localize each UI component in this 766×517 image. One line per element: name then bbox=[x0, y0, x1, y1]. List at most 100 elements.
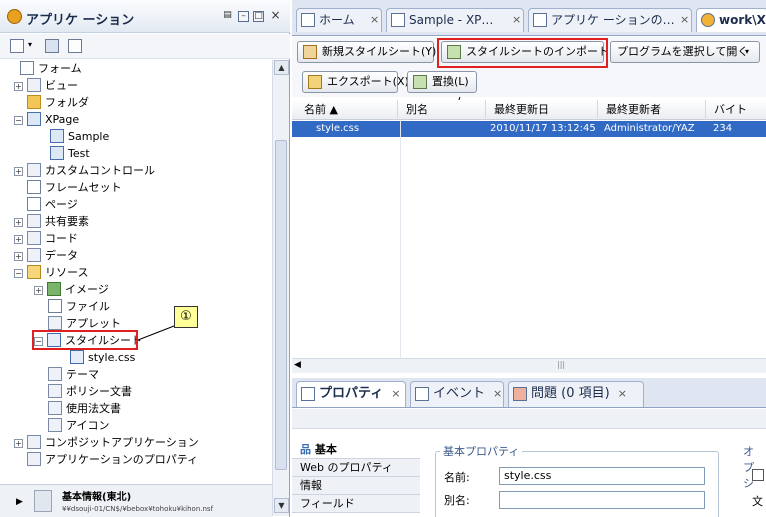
new-stylesheet-button[interactable]: 新規スタイルシート(Y) bbox=[297, 41, 436, 63]
tab-label: プロパティ bbox=[319, 386, 384, 401]
tree-item-data[interactable]: + データ bbox=[14, 247, 78, 264]
tree-item-usage-doc[interactable]: 使用法文書 bbox=[48, 400, 121, 417]
expand-icon[interactable]: + bbox=[14, 252, 23, 261]
new-app-icon[interactable] bbox=[10, 39, 24, 53]
tree-item-xpage[interactable]: − XPage bbox=[14, 111, 79, 128]
expand-arrow-icon[interactable]: ▶ bbox=[16, 497, 23, 507]
tree-item-folder[interactable]: フォルダ bbox=[27, 94, 89, 111]
tree-item-themes[interactable]: テーマ bbox=[48, 366, 99, 383]
tree-item-policy-doc[interactable]: ポリシー文書 bbox=[48, 383, 132, 400]
tree-item-page[interactable]: ページ bbox=[27, 196, 78, 213]
expand-icon[interactable]: + bbox=[14, 82, 23, 91]
tab-problems[interactable]: 問題 (0 項目) × bbox=[508, 381, 644, 407]
tree-item-form[interactable]: フォーム bbox=[20, 60, 82, 77]
tree-item-custom-control[interactable]: + カスタムコントロール bbox=[14, 162, 155, 179]
alias-field[interactable] bbox=[499, 491, 705, 509]
expand-icon[interactable]: + bbox=[14, 235, 23, 244]
tree-item-label: アイコン bbox=[66, 419, 110, 432]
tab-label: アプリケ ーションの… bbox=[551, 13, 675, 27]
tree-item-code[interactable]: + コード bbox=[14, 230, 78, 247]
tab-events[interactable]: イベント × bbox=[410, 381, 504, 407]
expand-icon[interactable]: + bbox=[34, 286, 43, 295]
maximize-icon[interactable]: □ bbox=[253, 11, 264, 22]
tree-item-style-css[interactable]: style.css bbox=[70, 349, 135, 366]
close-tab-icon[interactable]: × bbox=[680, 9, 689, 31]
properties-body: 品 基本 Web のプロパティ 情報 フィールド 基本プロパティ 名前: sty… bbox=[292, 409, 766, 517]
tree-item-label: ページ bbox=[45, 198, 78, 211]
tree-item-label: Sample bbox=[68, 130, 110, 143]
cell-modifier: Administrator/YAZ bbox=[604, 123, 695, 134]
applet-icon bbox=[48, 316, 62, 330]
close-tab-icon[interactable]: × bbox=[512, 9, 521, 31]
scroll-grip-icon[interactable]: ||| bbox=[557, 360, 565, 369]
table-header: 名前 ▲ 別名 最終更新日 最終更新者 バイト bbox=[292, 100, 766, 120]
close-tab-icon[interactable]: × bbox=[370, 9, 379, 31]
section-fields[interactable]: フィールド bbox=[292, 495, 420, 513]
tree-item-shared-elements[interactable]: + 共有要素 bbox=[14, 213, 89, 230]
button-label: エクスポート(X) bbox=[327, 75, 409, 88]
panel-title: アプリケ ーション bbox=[26, 13, 135, 28]
tree-item-label: アプリケーションのプロパティ bbox=[45, 453, 199, 466]
expand-icon[interactable]: + bbox=[14, 218, 23, 227]
tree-item-frameset[interactable]: フレームセット bbox=[27, 179, 122, 196]
expand-icon[interactable]: + bbox=[14, 439, 23, 448]
database-info[interactable]: ▶ 基本情報(東北) ¥¥dsouji-01/CN$/¥bebox¥tohoku… bbox=[0, 484, 272, 517]
close-icon[interactable]: × bbox=[270, 9, 281, 22]
tree-item-files[interactable]: ファイル bbox=[48, 298, 110, 315]
tab-label: 問題 (0 項目) bbox=[531, 386, 610, 401]
tree-item-resources[interactable]: − リソース bbox=[14, 264, 88, 281]
tab-properties[interactable]: プロパティ × bbox=[296, 381, 406, 407]
column-name[interactable]: 名前 ▲ bbox=[298, 100, 398, 120]
name-field[interactable]: style.css bbox=[499, 467, 705, 485]
tree-item-label: style.css bbox=[88, 351, 136, 364]
collapse-icon[interactable]: − bbox=[14, 269, 23, 278]
table-row[interactable]: style.css 2010/11/17 13:12:45 Administra… bbox=[292, 121, 766, 137]
close-tab-icon[interactable]: × bbox=[618, 387, 627, 400]
tab-home[interactable]: ホーム × bbox=[296, 8, 382, 32]
collapse-icon[interactable]: − bbox=[14, 116, 23, 125]
tree-item-test[interactable]: Test bbox=[50, 145, 90, 162]
tree-item-composite-app[interactable]: + コンポジットアプリケーション bbox=[14, 434, 199, 451]
dropdown-icon[interactable]: ▾ bbox=[28, 40, 32, 49]
xpage-icon bbox=[50, 129, 64, 143]
scrollbar-thumb[interactable] bbox=[275, 140, 287, 470]
tree-item-icon[interactable]: アイコン bbox=[48, 417, 109, 434]
scroll-up-icon[interactable]: ▲ bbox=[274, 60, 289, 75]
code-icon bbox=[27, 231, 41, 245]
export-button[interactable]: エクスポート(X) bbox=[302, 71, 409, 93]
column-alias[interactable]: 別名 bbox=[400, 100, 486, 120]
close-tab-icon[interactable]: × bbox=[493, 387, 502, 400]
option-checkbox[interactable] bbox=[752, 469, 764, 481]
scroll-left-icon[interactable]: ◀ bbox=[294, 360, 301, 370]
table-hscrollbar[interactable]: ◀ ||| bbox=[292, 358, 766, 373]
minimize-icon[interactable]: – bbox=[238, 11, 249, 22]
section-basic[interactable]: 品 基本 bbox=[292, 441, 420, 459]
tree-scrollbar[interactable]: ▲ ▼ bbox=[272, 60, 289, 516]
section-web-properties[interactable]: Web のプロパティ bbox=[292, 459, 420, 477]
scroll-down-icon[interactable]: ▼ bbox=[274, 498, 289, 513]
tree-item-view[interactable]: + ビュー bbox=[14, 77, 78, 94]
expand-icon[interactable]: + bbox=[14, 167, 23, 176]
application-icon bbox=[533, 13, 547, 27]
custom-control-icon bbox=[27, 163, 41, 177]
list-view-icon[interactable] bbox=[68, 39, 82, 53]
open-with-button[interactable]: プログラムを選択して開く ▾ bbox=[610, 41, 760, 63]
section-label: 基本 bbox=[314, 443, 337, 456]
tree-item-sample[interactable]: Sample bbox=[50, 128, 109, 145]
menu-icon[interactable]: ▤ bbox=[222, 11, 233, 22]
tab-sample-xpage[interactable]: Sample - XP… × bbox=[386, 8, 524, 32]
column-bytes[interactable]: バイト bbox=[708, 100, 766, 120]
close-tab-icon[interactable]: × bbox=[391, 387, 400, 400]
tree-item-label: XPage bbox=[45, 113, 80, 126]
highlight-import bbox=[437, 38, 608, 68]
tree-item-label: データ bbox=[45, 249, 78, 262]
tree-view-icon[interactable] bbox=[45, 39, 59, 53]
column-modified[interactable]: 最終更新日 bbox=[488, 100, 598, 120]
tree-item-app-properties[interactable]: アプリケーションのプロパティ bbox=[27, 451, 198, 468]
tree-item-images[interactable]: + イメージ bbox=[34, 281, 109, 298]
replace-button[interactable]: 置換(L) bbox=[407, 71, 477, 93]
tab-application[interactable]: アプリケ ーションの… × bbox=[528, 8, 692, 32]
section-info[interactable]: 情報 bbox=[292, 477, 420, 495]
tab-work[interactable]: work\XI bbox=[696, 8, 766, 32]
column-modifier[interactable]: 最終更新者 bbox=[600, 100, 706, 120]
